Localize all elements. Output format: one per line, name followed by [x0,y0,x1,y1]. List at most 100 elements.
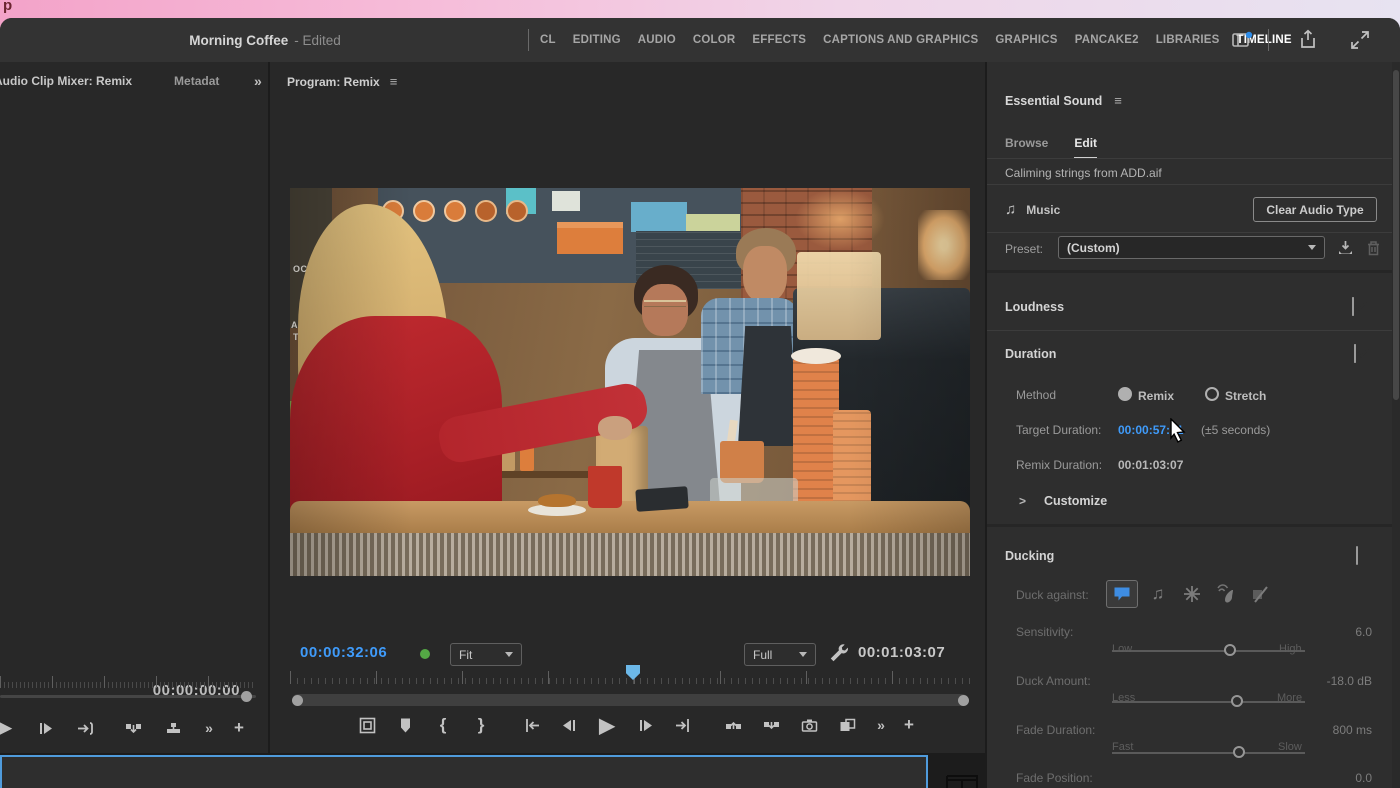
play-button[interactable]: ▶ [588,712,626,738]
workspace-switcher-icon[interactable] [1230,28,1254,52]
method-remix-radio[interactable] [1118,387,1132,401]
go-to-out-button[interactable] [664,712,702,738]
sensitivity-slider[interactable] [1112,650,1305,652]
export-share-icon[interactable] [1296,28,1320,52]
customize-chevron-icon[interactable]: > [1019,494,1026,508]
scene-vignette [290,188,970,576]
method-stretch-label: Stretch [1225,389,1266,403]
panel-menu-icon[interactable]: ≡ [390,74,398,89]
timeline-panel[interactable] [0,755,928,788]
settings-wrench-icon[interactable] [828,642,850,664]
lift-button[interactable] [714,712,752,738]
extract-button[interactable] [752,712,790,738]
tab-program-remix[interactable]: Program: Remix ≡ [287,74,397,89]
duration-checkbox[interactable] [1354,344,1356,363]
workspace-tab-audio[interactable]: AUDIO [638,34,676,46]
clear-audio-type-button[interactable]: Clear Audio Type [1253,197,1377,222]
loudness-checkbox[interactable] [1352,297,1354,316]
tab-browse[interactable]: Browse [1005,136,1048,159]
program-scrollbar-knob-right[interactable] [958,695,969,706]
essential-sound-tabs: Browse Edit [1005,136,1097,159]
program-current-timecode[interactable]: 00:00:32:06 [300,644,387,661]
customize-label[interactable]: Customize [1044,494,1107,508]
source-ruler[interactable] [0,668,256,688]
panel-menu-icon[interactable]: ≡ [1114,93,1122,108]
source-step-forward-button[interactable] [26,715,64,741]
source-overwrite-button[interactable] [154,715,192,741]
audio-type-row: ♫ Music [1005,201,1060,218]
source-transport-overflow-icon[interactable]: » [194,715,224,741]
sensitivity-slider-handle[interactable] [1224,644,1236,656]
source-scrollbar[interactable] [0,695,256,698]
source-insert-button[interactable] [114,715,152,741]
mark-in-button[interactable]: { [424,712,462,738]
workspace-tab-cl[interactable]: CL [540,34,556,46]
duck-amount-slider-handle[interactable] [1231,695,1243,707]
duration-section-label: Duration [1005,347,1056,361]
export-frame-button[interactable] [790,712,828,738]
preset-value: (Custom) [1067,241,1120,255]
program-transport-overflow-icon[interactable]: » [866,712,896,738]
tab-audio-clip-mixer[interactable]: Audio Clip Mixer: Remix [0,74,132,88]
duck-against-ambience-button[interactable] [1213,584,1239,604]
essential-sound-title: Essential Sound [1005,94,1102,108]
mark-out-button[interactable]: } [462,712,500,738]
project-edited-suffix: - Edited [294,33,341,48]
source-button-editor-add[interactable]: + [226,715,252,741]
duck-against-label: Duck against: [1016,588,1089,602]
workspace-tab-editing[interactable]: EDITING [573,34,621,46]
screen: p Morning Coffee - Edited CL EDITING AUD… [0,0,1400,788]
fade-position-value: 0.0 [1282,771,1372,785]
duck-against-mixed-button[interactable] [1247,584,1273,604]
remix-duration-label: Remix Duration: [1016,458,1102,472]
tab-metadata[interactable]: Metadat [174,74,246,88]
ducking-checkbox[interactable] [1356,546,1358,565]
fade-duration-slider[interactable] [1112,752,1305,754]
program-scrollbar-knob-left[interactable] [292,695,303,706]
program-video-frame[interactable]: OCHA ANDLI TTE [290,188,970,576]
divider [987,330,1392,331]
duck-against-sfx-button[interactable] [1179,584,1205,604]
tab-edit[interactable]: Edit [1074,136,1097,159]
source-transport: ▶ » + [0,715,252,741]
source-go-to-out-button[interactable] [66,715,104,741]
panel-overflow-icon[interactable]: » [254,73,262,89]
sensitivity-max-label: High [1279,643,1302,655]
step-forward-button[interactable] [626,712,664,738]
step-back-button[interactable] [550,712,588,738]
workspace-tab-color[interactable]: COLOR [693,34,736,46]
source-scrollbar-knob[interactable] [241,691,252,702]
duck-against-music-button[interactable]: ♫ [1145,584,1171,604]
add-marker-button[interactable] [386,712,424,738]
fade-position-label: Fade Position: [1016,771,1093,785]
source-play-button[interactable]: ▶ [0,715,24,741]
duck-against-dialogue-button[interactable] [1106,580,1138,608]
workspace-tab-graphics[interactable]: GRAPHICS [995,34,1057,46]
program-duration-timecode: 00:01:03:07 [858,644,945,661]
go-to-in-button[interactable] [512,712,550,738]
preset-label: Preset: [1005,242,1043,256]
loudness-section-label: Loudness [1005,300,1064,314]
delete-preset-icon[interactable] [1364,239,1383,263]
program-button-editor-add[interactable]: + [896,712,922,738]
fade-duration-slider-handle[interactable] [1233,746,1245,758]
workspace-tab-effects[interactable]: EFFECTS [752,34,806,46]
sensitivity-value: 6.0 [1282,625,1372,639]
workspace-tab-libraries[interactable]: LIBRARIES [1156,34,1220,46]
chevron-down-icon [505,652,513,657]
save-preset-icon[interactable] [1336,239,1355,263]
program-zoom-scrollbar[interactable] [292,694,968,706]
selected-clip-name: Caliming strings from ADD.aif [1005,166,1162,180]
workspace-tab-captions-and-graphics[interactable]: CAPTIONS AND GRAPHICS [823,34,978,46]
program-transport: { } ▶ [348,712,922,738]
essential-sound-scrollbar-thumb[interactable] [1393,70,1399,400]
method-stretch-radio[interactable] [1205,387,1219,401]
premiere-window: Morning Coffee - Edited CL EDITING AUDIO… [0,18,1400,788]
safe-margins-button[interactable] [348,712,386,738]
project-title: Morning Coffee - Edited [0,18,530,62]
program-tab-label: Program: Remix [287,75,380,89]
comparison-view-button[interactable] [828,712,866,738]
workspace-tab-pancake2[interactable]: PANCAKE2 [1075,34,1139,46]
fullscreen-icon[interactable] [1348,28,1372,52]
preset-select[interactable]: (Custom) [1058,236,1325,259]
